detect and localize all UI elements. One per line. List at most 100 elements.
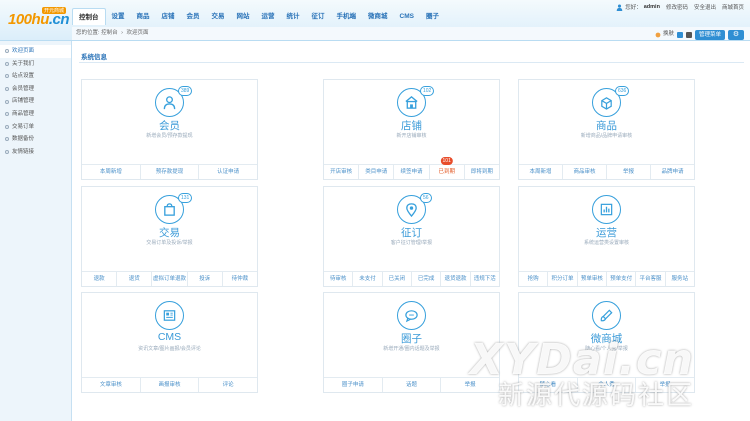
user-glyph (163, 96, 176, 110)
card-stores: 102 店铺 新开店铺审核 开店审核 类目申请 续签申请 101 已到期 即将到… (323, 79, 500, 180)
nav-item-website[interactable]: 网站 (231, 8, 256, 25)
card-goods: 636 商品 新增商品/品牌申请审核 本周新增 商品审核 举报 品牌申请 (518, 79, 695, 180)
logo[interactable]: 100hu.cn 开元商城 (8, 7, 70, 29)
action-link[interactable]: 预存款提现 (141, 165, 200, 179)
action-link[interactable]: 退款 (82, 272, 118, 286)
action-link[interactable]: 投诉 (188, 272, 223, 286)
sidebar-item-orders[interactable]: 交易订单 (0, 121, 71, 134)
action-link[interactable]: 即将到期 (465, 165, 499, 179)
skin-dark-swatch[interactable] (685, 31, 692, 38)
brush-icon[interactable] (592, 301, 621, 330)
skin-switch[interactable]: 换肤 (655, 28, 674, 41)
nav-item-mobile[interactable]: 手机端 (331, 8, 363, 25)
action-link[interactable]: 评论 (199, 378, 257, 392)
sidebar-item-site-settings[interactable]: 站点设置 (0, 70, 71, 83)
nav-item-micromall[interactable]: 微商城 (362, 8, 394, 25)
action-link[interactable]: 本周新增 (519, 165, 563, 179)
manage-menu-button[interactable]: 管理菜单 (694, 29, 725, 40)
skin-blue-swatch[interactable] (676, 31, 683, 38)
card-title[interactable]: 店铺 (324, 118, 499, 133)
action-link[interactable]: 平台客服 (636, 272, 666, 286)
action-link[interactable]: 举报 (636, 378, 694, 392)
main-nav: 控制台 设置 商品 店铺 会员 交易 网站 运营 统计 征订 手机端 微商城 C… (72, 8, 445, 25)
action-link[interactable]: 已关闭 (383, 272, 412, 286)
action-link[interactable]: 举报 (441, 378, 499, 392)
nav-item-goods[interactable]: 商品 (131, 8, 156, 25)
card-title[interactable]: 运营 (519, 225, 694, 240)
sidebar-item-backup[interactable]: 数据备份 (0, 133, 71, 146)
nav-item-stats[interactable]: 统计 (281, 8, 306, 25)
operations-icon[interactable] (592, 195, 621, 224)
user-greeting: 您好： admin (616, 3, 660, 11)
action-link[interactable]: 文章审核 (82, 378, 141, 392)
action-link[interactable]: 品牌申请 (651, 165, 694, 179)
action-link[interactable]: 本周新增 (82, 165, 141, 179)
card-desc: 新增开通/圈内话题及举报 (383, 346, 440, 352)
action-link[interactable]: 认证申请 (199, 165, 257, 179)
action-link[interactable]: 违规下活 (471, 272, 499, 286)
sidebar-item-members[interactable]: 会员管理 (0, 83, 71, 96)
action-link[interactable]: 话题 (383, 378, 442, 392)
action-link[interactable]: 未支付 (353, 272, 383, 286)
card-actions: 随心看 个人秀 举报 (519, 377, 694, 392)
action-link[interactable]: 商品审核 (563, 165, 607, 179)
action-link[interactable]: 随心看 (519, 378, 578, 392)
action-link[interactable]: 退货 (117, 272, 153, 286)
toolbar: 换肤 管理菜单 ⚙ (655, 28, 744, 41)
sidebar-item-about[interactable]: 关于我们 (0, 58, 71, 71)
nav-item-operations[interactable]: 运营 (256, 8, 281, 25)
breadcrumb: 您的位置: 控制台 › 欢迎页面 换肤 管理菜单 ⚙ (72, 27, 750, 40)
action-link[interactable]: 待审核 (324, 272, 354, 286)
nav-item-trade[interactable]: 交易 (206, 8, 231, 25)
sidebar-item-welcome[interactable]: 欢迎页面 (0, 45, 71, 58)
bullet-icon (5, 99, 9, 104)
sidebar-item-goods[interactable]: 商品管理 (0, 108, 71, 121)
action-link[interactable]: 个人秀 (578, 378, 637, 392)
mall-home-link[interactable]: 商城首页 (722, 3, 744, 11)
nav-item-subscription[interactable]: 征订 (306, 8, 331, 25)
nav-item-members[interactable]: 会员 (181, 8, 206, 25)
cms-icon[interactable] (155, 301, 184, 330)
action-link[interactable]: 画报审核 (141, 378, 200, 392)
action-link-expired[interactable]: 101 已到期 (430, 157, 465, 179)
nav-item-circle[interactable]: 圈子 (420, 8, 445, 25)
action-link[interactable]: 虚拟订单退款 (152, 272, 188, 286)
action-link[interactable]: 退货退款 (441, 272, 471, 286)
action-link[interactable]: 已完成 (412, 272, 442, 286)
action-link[interactable]: 预单支付 (607, 272, 637, 286)
card-desc: 交易订单及投诉/举报 (146, 240, 193, 246)
nav-item-dashboard[interactable]: 控制台 (72, 8, 106, 25)
action-link[interactable]: 服务站 (666, 272, 694, 286)
action-link[interactable]: 预单审核 (578, 272, 607, 286)
action-link[interactable]: 类目申请 (359, 165, 395, 179)
action-link[interactable]: 续签申请 (394, 165, 430, 179)
chat-icon[interactable] (397, 301, 426, 330)
card-actions: 开店审核 类目申请 续签申请 101 已到期 即将到期 (324, 157, 499, 179)
gear-icon[interactable]: ⚙ (728, 29, 744, 40)
card-title[interactable]: 交易 (82, 225, 257, 240)
breadcrumb-item[interactable]: 控制台 (101, 30, 118, 36)
card-actions: 本周新增 商品审核 举报 品牌申请 (519, 164, 694, 179)
card-title[interactable]: 征订 (324, 225, 499, 240)
sidebar-item-links[interactable]: 友情链接 (0, 146, 71, 159)
card-title[interactable]: 商品 (519, 118, 694, 133)
action-link[interactable]: 积分订单 (548, 272, 578, 286)
card-title[interactable]: CMS (82, 331, 257, 343)
action-link[interactable]: 开店审核 (324, 165, 360, 179)
card-title[interactable]: 圈子 (324, 331, 499, 346)
nav-item-cms[interactable]: CMS (394, 8, 420, 25)
nav-item-store[interactable]: 店铺 (156, 8, 181, 25)
card-title[interactable]: 会员 (82, 118, 257, 133)
nav-item-settings[interactable]: 设置 (106, 8, 131, 25)
card-title[interactable]: 微商城 (519, 331, 694, 346)
card-operations: 运营 系统运营类设置审核 抢购 积分订单 预单审核 预单支付 平台客服 服务站 (518, 186, 695, 287)
bullet-icon (5, 49, 9, 54)
sidebar-item-stores[interactable]: 店铺管理 (0, 95, 71, 108)
change-password-link[interactable]: 修改密码 (666, 3, 688, 11)
logout-link[interactable]: 安全退出 (694, 3, 716, 11)
shop-glyph (405, 96, 418, 109)
action-link[interactable]: 待仲裁 (223, 272, 257, 286)
action-link[interactable]: 举报 (607, 165, 651, 179)
action-link[interactable]: 圈子申请 (324, 378, 383, 392)
action-link[interactable]: 抢购 (519, 272, 549, 286)
